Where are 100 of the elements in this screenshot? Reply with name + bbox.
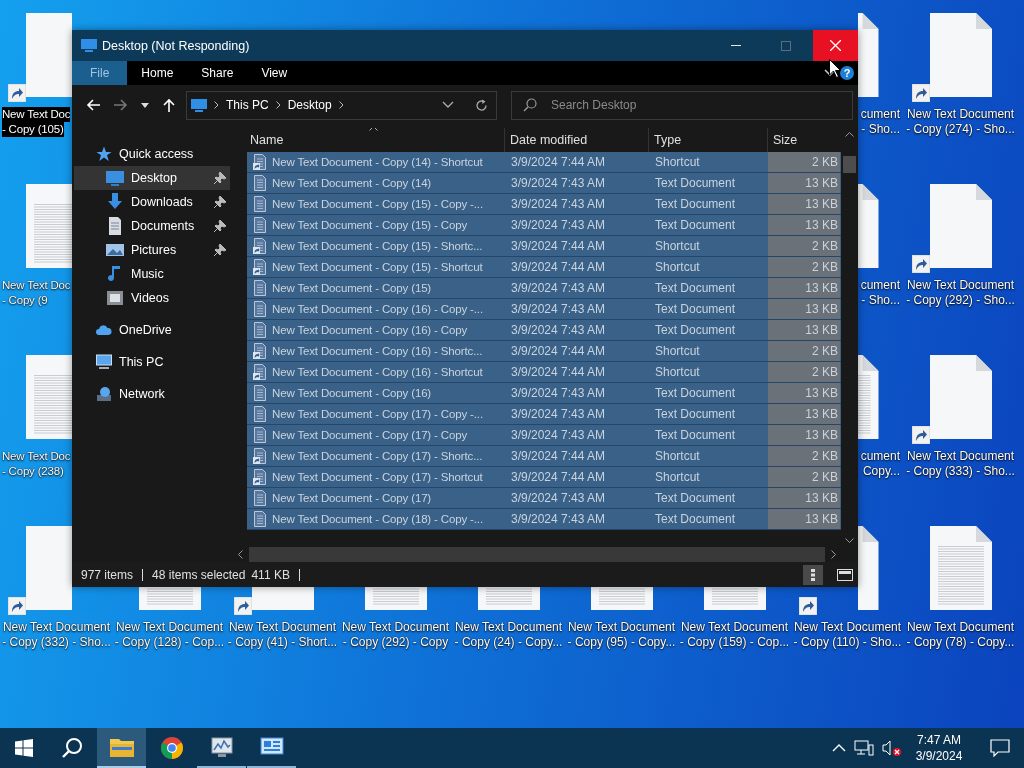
file-row[interactable]: New Text Document - Copy (16) - Shortcut 3/9/2024 7:44 AM Shortcut 2 KB bbox=[247, 362, 841, 383]
file-name-label: New Text Document - Copy (95) - Copy... bbox=[566, 620, 677, 650]
date-modified: 3/9/2024 7:44 AM bbox=[511, 260, 606, 274]
nav-item[interactable]: Quick access bbox=[72, 142, 232, 166]
shortcut-arrow-icon bbox=[234, 597, 252, 615]
dropdown-icon[interactable] bbox=[442, 101, 454, 109]
file-row[interactable]: New Text Document - Copy (14) 3/9/2024 7:43 AM Text Document 13 KB bbox=[247, 173, 841, 194]
file-row[interactable]: New Text Document - Copy (15) - Shortcut 3/9/2024 7:44 AM Shortcut 2 KB bbox=[247, 257, 841, 278]
file-name-label: cument - Sho... bbox=[859, 278, 901, 308]
pin-icon[interactable] bbox=[214, 172, 226, 184]
ribbon-tab[interactable]: View bbox=[247, 61, 302, 85]
file-row[interactable]: New Text Document - Copy (17) 3/9/2024 7:43 AM Text Document 13 KB bbox=[247, 488, 841, 509]
pin-icon[interactable] bbox=[214, 196, 226, 208]
date-modified: 3/9/2024 7:44 AM bbox=[511, 344, 606, 358]
file-size: 2 KB bbox=[812, 470, 838, 484]
shortcut-arrow-icon bbox=[912, 426, 930, 444]
network-icon bbox=[96, 386, 112, 402]
file-name: New Text Document - Copy (17) - Shortcut bbox=[272, 471, 483, 483]
document-icon[interactable] bbox=[929, 13, 992, 97]
file-name: New Text Document - Copy (16) - Shortcut bbox=[272, 366, 483, 378]
document-icon[interactable] bbox=[858, 13, 879, 97]
scroll-up-icon[interactable] bbox=[845, 132, 854, 137]
file-row[interactable]: New Text Document - Copy (15) - Copy 3/9/2024 7:43 AM Text Document 13 KB bbox=[247, 215, 841, 236]
pin-icon[interactable] bbox=[214, 244, 226, 256]
document-icon[interactable] bbox=[929, 355, 992, 439]
file-name-label: New Text Doc - Copy (238) bbox=[1, 449, 70, 479]
file-name: New Text Document - Copy (14) - Shortcut bbox=[272, 156, 483, 168]
document-icon[interactable] bbox=[858, 184, 879, 268]
documents-icon bbox=[106, 217, 124, 235]
file-type: Text Document bbox=[655, 323, 736, 337]
scroll-right-icon[interactable] bbox=[831, 550, 836, 559]
date-modified: 3/9/2024 7:44 AM bbox=[511, 449, 606, 463]
file-size: 13 KB bbox=[805, 197, 838, 211]
file-row[interactable]: New Text Document - Copy (14) - Shortcut 3/9/2024 7:44 AM Shortcut 2 KB bbox=[247, 152, 841, 173]
column-header[interactable]: Size bbox=[768, 128, 840, 152]
file-type: Text Document bbox=[655, 302, 736, 316]
search-field[interactable]: Search Desktop bbox=[511, 90, 853, 120]
breadcrumb[interactable]: Desktop bbox=[287, 98, 332, 112]
date-modified: 3/9/2024 7:44 AM bbox=[511, 155, 606, 169]
refresh-icon[interactable] bbox=[475, 98, 488, 112]
document-icon[interactable] bbox=[858, 355, 879, 439]
file-size: 13 KB bbox=[805, 302, 838, 316]
ribbon-tab[interactable]: File bbox=[72, 61, 128, 85]
file-size: 2 KB bbox=[812, 449, 838, 463]
nav-item[interactable]: Network bbox=[72, 382, 232, 406]
scroll-left-icon[interactable] bbox=[238, 550, 243, 559]
nav-item[interactable]: Downloads bbox=[74, 190, 230, 214]
document-icon[interactable] bbox=[929, 184, 992, 268]
address-field[interactable]: This PC Desktop bbox=[186, 90, 497, 120]
shortcut-arrow-icon bbox=[8, 84, 26, 102]
file-type: Shortcut bbox=[655, 239, 700, 253]
nav-item[interactable]: OneDrive bbox=[72, 318, 232, 342]
file-row[interactable]: New Text Document - Copy (17) - Shortcut 3/9/2024 7:44 AM Shortcut 2 KB bbox=[247, 467, 841, 488]
file-name-label: New Text Document - Copy (24) - Copy... bbox=[453, 620, 564, 650]
file-type: Text Document bbox=[655, 197, 736, 211]
breadcrumb[interactable]: This PC bbox=[226, 98, 269, 112]
monitor-icon bbox=[191, 98, 207, 112]
file-type: Shortcut bbox=[655, 344, 700, 358]
ribbon-tab[interactable]: Home bbox=[127, 61, 188, 85]
nav-item[interactable]: Pictures bbox=[74, 238, 230, 262]
file-row[interactable]: New Text Document - Copy (17) - Shortc... 3/9/2024 7:44 AM Shortcut 2 KB bbox=[247, 446, 841, 467]
file-row[interactable]: New Text Document - Copy (15) - Shortc... 3/9/2024 7:44 AM Shortcut 2 KB bbox=[247, 236, 841, 257]
file-name-label: New Text Document - Copy (333) - Sho... bbox=[905, 449, 1016, 479]
file-row[interactable]: New Text Document - Copy (15) - Copy -... 3/9/2024 7:43 AM Text Document 13 KB bbox=[247, 194, 841, 215]
nav-item[interactable]: This PC bbox=[72, 350, 232, 374]
document-icon[interactable] bbox=[929, 526, 992, 610]
notification-icon[interactable] bbox=[990, 739, 1010, 757]
nav-item[interactable]: Videos bbox=[74, 286, 230, 310]
help-button[interactable]: ? bbox=[840, 66, 854, 80]
file-row[interactable]: New Text Document - Copy (16) 3/9/2024 7:43 AM Text Document 13 KB bbox=[247, 383, 841, 404]
date-modified: 3/9/2024 7:43 AM bbox=[511, 281, 606, 295]
pin-icon[interactable] bbox=[214, 220, 226, 232]
ribbon-tab[interactable]: Share bbox=[187, 61, 248, 85]
file-row[interactable]: New Text Document - Copy (16) - Shortc... 3/9/2024 7:44 AM Shortcut 2 KB bbox=[247, 341, 841, 362]
file-size: 2 KB bbox=[812, 260, 838, 274]
scrollbar-thumb[interactable] bbox=[843, 156, 856, 173]
speaker-icon[interactable] bbox=[882, 739, 902, 757]
file-name: New Text Document - Copy (15) bbox=[272, 282, 432, 294]
network-icon[interactable] bbox=[854, 739, 874, 757]
scroll-down-icon[interactable] bbox=[845, 538, 854, 543]
file-row[interactable]: New Text Document - Copy (17) - Copy -... 3/9/2024 7:43 AM Text Document 13 KB bbox=[247, 404, 841, 425]
document-icon[interactable] bbox=[858, 526, 879, 610]
file-row[interactable]: New Text Document - Copy (16) - Copy 3/9/2024 7:43 AM Text Document 13 KB bbox=[247, 320, 841, 341]
file-size: 13 KB bbox=[805, 218, 838, 232]
details-view-button[interactable] bbox=[803, 564, 823, 585]
nav-item[interactable]: Documents bbox=[74, 214, 230, 238]
minimize-icon bbox=[730, 44, 741, 47]
window-title: Desktop (Not Responding) bbox=[102, 38, 250, 53]
file-row[interactable]: New Text Document - Copy (18) - Copy -... 3/9/2024 7:43 AM Text Document 13 KB bbox=[247, 509, 841, 530]
file-row[interactable]: New Text Document - Copy (16) - Copy -... 3/9/2024 7:43 AM Text Document 13 KB bbox=[247, 299, 841, 320]
taskbar-app-button[interactable] bbox=[97, 728, 146, 768]
file-row[interactable]: New Text Document - Copy (15) 3/9/2024 7:43 AM Text Document 13 KB bbox=[247, 278, 841, 299]
search-icon bbox=[61, 737, 83, 759]
nav-item[interactable]: Music bbox=[74, 262, 230, 286]
clock[interactable]: 7:47 AM 3/9/2024 bbox=[910, 732, 968, 764]
nav-item[interactable]: Desktop bbox=[74, 166, 230, 190]
file-row[interactable]: New Text Document - Copy (17) - Copy 3/9/2024 7:43 AM Text Document 13 KB bbox=[247, 425, 841, 446]
file-name: New Text Document - Copy (17) - Copy bbox=[272, 429, 468, 441]
caret-up-icon[interactable] bbox=[832, 743, 846, 753]
details-view-icon bbox=[809, 568, 817, 581]
